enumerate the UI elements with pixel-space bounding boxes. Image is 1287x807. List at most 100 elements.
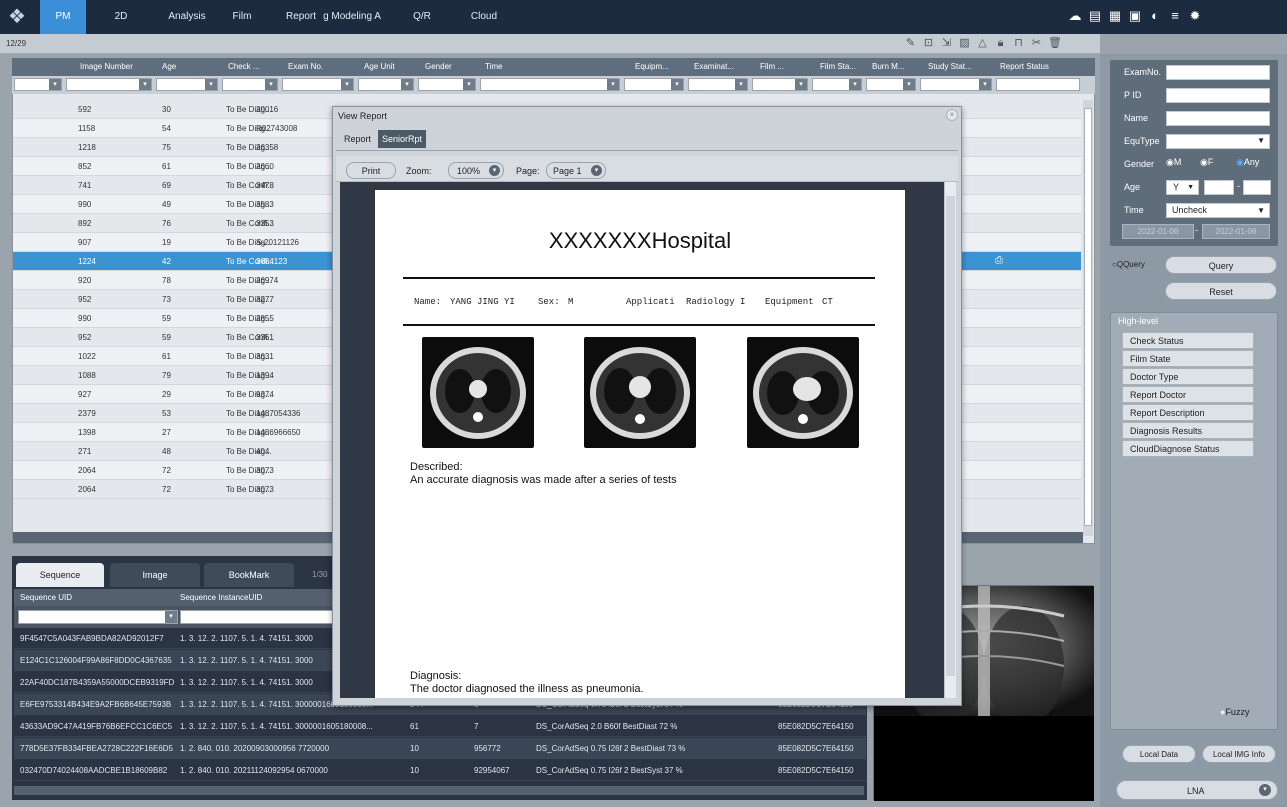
date-to-input[interactable]: 2022-01-06 — [1202, 224, 1270, 239]
tool-icon[interactable]: ✂ — [1030, 37, 1043, 50]
sequence-horizontal-scrollbar[interactable] — [14, 786, 864, 795]
column-header[interactable]: Gender — [425, 62, 452, 71]
date-from-input[interactable]: 2022-01-06 — [1122, 224, 1194, 239]
column-header[interactable]: Burn M... — [872, 62, 904, 71]
folder-icon[interactable]: ▣ — [1128, 9, 1142, 23]
fuzzy-checkbox[interactable]: ●Fuzzy — [1220, 707, 1249, 717]
column-filter-select[interactable]: ▾ — [920, 78, 992, 91]
pid-input[interactable] — [1166, 88, 1270, 103]
query-button[interactable]: Query — [1165, 256, 1277, 274]
age-to-input[interactable] — [1243, 180, 1271, 195]
column-filter-select[interactable]: ▾ — [812, 78, 862, 91]
column-header[interactable]: Check ... — [228, 62, 260, 71]
high-level-filter-item[interactable]: Diagnosis Results — [1122, 422, 1254, 439]
examno-input[interactable] — [1166, 65, 1270, 80]
qquery-radio[interactable]: ○QQuery — [1112, 260, 1145, 269]
column-header[interactable]: Report Status — [1000, 62, 1049, 71]
column-header[interactable]: Study Stat... — [928, 62, 972, 71]
nav-tab-report[interactable]: Report — [284, 0, 318, 34]
high-level-filter-item[interactable]: Film State — [1122, 350, 1254, 367]
column-filter-select[interactable]: ▾ — [624, 78, 684, 91]
sequence-row[interactable]: 032470D74024408AADCBE1B18609B82 1. 2. 840… — [14, 760, 866, 781]
gender-radio-f[interactable]: ◉F — [1200, 157, 1213, 168]
tab-report[interactable]: Report — [340, 130, 375, 148]
search-record-icon[interactable]: ⊡ — [922, 37, 935, 50]
nav-tab-cloud[interactable]: Cloud — [468, 0, 500, 34]
nav-tab-pm[interactable]: PM — [40, 0, 86, 34]
sequence-instance-filter[interactable] — [180, 610, 334, 624]
edit-icon[interactable]: ✎ — [904, 37, 917, 50]
column-header[interactable]: Sequence UID — [20, 593, 72, 602]
reset-button[interactable]: Reset — [1165, 282, 1277, 300]
print-button[interactable]: Print — [346, 162, 396, 179]
image-icon[interactable]: ▨ — [958, 37, 971, 50]
column-header[interactable]: Film Sta... — [820, 62, 856, 71]
equtype-select[interactable]: ▼ — [1166, 134, 1270, 149]
column-header[interactable]: Age Unit — [364, 62, 395, 71]
unlock-icon[interactable]: ⊓ — [1012, 37, 1025, 50]
high-level-filter-item[interactable]: Doctor Type — [1122, 368, 1254, 385]
export-icon[interactable]: ⇲ — [940, 37, 953, 50]
gender-radio-any[interactable]: ◉Any — [1236, 157, 1259, 168]
tab-sequence[interactable]: Sequence — [16, 563, 104, 587]
tab-senior-report[interactable]: SeniorRpt — [378, 130, 427, 148]
printer-icon[interactable]: ▤ — [1088, 9, 1102, 23]
column-filter-select[interactable]: ▾ — [282, 78, 354, 91]
nav-tab-2d[interactable]: 2D — [106, 0, 136, 34]
nav-tab-analysis[interactable]: Analysis — [164, 0, 210, 34]
column-filter-select[interactable]: ▾ — [752, 78, 808, 91]
lna-select[interactable]: LNA ▾ — [1116, 780, 1278, 800]
column-header[interactable]: Age — [162, 62, 176, 71]
gear-icon[interactable]: ✹ — [1188, 9, 1202, 23]
nav-tab-modeling[interactable]: g Modeling A — [321, 0, 383, 34]
nav-tab-film[interactable]: Film — [228, 0, 256, 34]
scrollbar-thumb[interactable] — [1084, 108, 1092, 526]
column-header[interactable]: Exam No. — [288, 62, 323, 71]
column-filter-select[interactable]: ▾ — [688, 78, 748, 91]
column-header[interactable]: Examinat... — [694, 62, 734, 71]
report-vertical-scrollbar[interactable] — [944, 182, 956, 698]
local-img-info-button[interactable]: Local IMG Info — [1202, 745, 1276, 763]
column-header[interactable]: Sequence InstanceUID — [180, 593, 262, 602]
nav-tab-qr[interactable]: Q/R — [410, 0, 434, 34]
zoom-select[interactable]: 100% ▾ — [448, 162, 504, 179]
sequence-row[interactable]: 778D5E37FB334FBEA2728C222F16E6D5 1. 2. 84… — [14, 738, 866, 759]
column-header[interactable]: Film ... — [760, 62, 784, 71]
time-select[interactable]: Uncheck ▼ — [1166, 203, 1270, 218]
tab-bookmark[interactable]: BookMark — [204, 563, 294, 587]
scrollbar-thumb[interactable] — [946, 196, 955, 676]
column-filter-select[interactable]: ▾ — [418, 78, 476, 91]
sequence-row[interactable]: 43633AD9C47A419FB76B6EFCC1C6EC5 1. 3. 12.… — [14, 716, 866, 737]
delete-icon[interactable]: 🗑︎ — [1048, 37, 1062, 50]
column-header[interactable]: Image Number — [80, 62, 133, 71]
age-unit-select[interactable]: Y ▼ — [1166, 180, 1199, 195]
triangle-icon[interactable]: △ — [976, 37, 989, 50]
printer-icon[interactable]: ⎙ — [995, 255, 1003, 266]
high-level-filter-item[interactable]: CloudDiagnose Status — [1122, 440, 1254, 457]
tab-image[interactable]: Image — [110, 563, 200, 587]
local-data-button[interactable]: Local Data — [1122, 745, 1196, 763]
column-filter-select[interactable]: ▾ — [222, 78, 278, 91]
database-icon[interactable]: ≡ — [1168, 9, 1182, 23]
high-level-filter-item[interactable]: Report Description — [1122, 404, 1254, 421]
name-input[interactable] — [1166, 111, 1270, 126]
column-filter-select[interactable]: ▾ — [866, 78, 916, 91]
page-select[interactable]: Page 1 ▾ — [546, 162, 606, 179]
column-filter-select[interactable]: ▾ — [358, 78, 414, 91]
contrast-icon[interactable]: ◐ — [1148, 9, 1162, 23]
column-header[interactable]: Time — [485, 62, 502, 71]
high-level-filter-item[interactable]: Check Status — [1122, 332, 1254, 349]
lock-icon[interactable]: 🔒︎ — [994, 37, 1007, 50]
column-filter-select[interactable] — [996, 78, 1080, 91]
cloud-icon[interactable]: ☁ — [1068, 9, 1082, 23]
close-icon[interactable]: × — [946, 109, 958, 121]
gender-radio-m[interactable]: ◉M — [1166, 157, 1181, 168]
age-from-input[interactable] — [1204, 180, 1234, 195]
film-print-icon[interactable]: ▦ — [1108, 9, 1122, 23]
column-filter-select[interactable]: ▾ — [156, 78, 218, 91]
column-filter-select[interactable]: ▾ — [480, 78, 620, 91]
column-filter-select[interactable]: ▾ — [14, 78, 62, 91]
column-filter-select[interactable]: ▾ — [66, 78, 152, 91]
high-level-filter-item[interactable]: Report Doctor — [1122, 386, 1254, 403]
column-header[interactable]: Equipm... — [635, 62, 669, 71]
